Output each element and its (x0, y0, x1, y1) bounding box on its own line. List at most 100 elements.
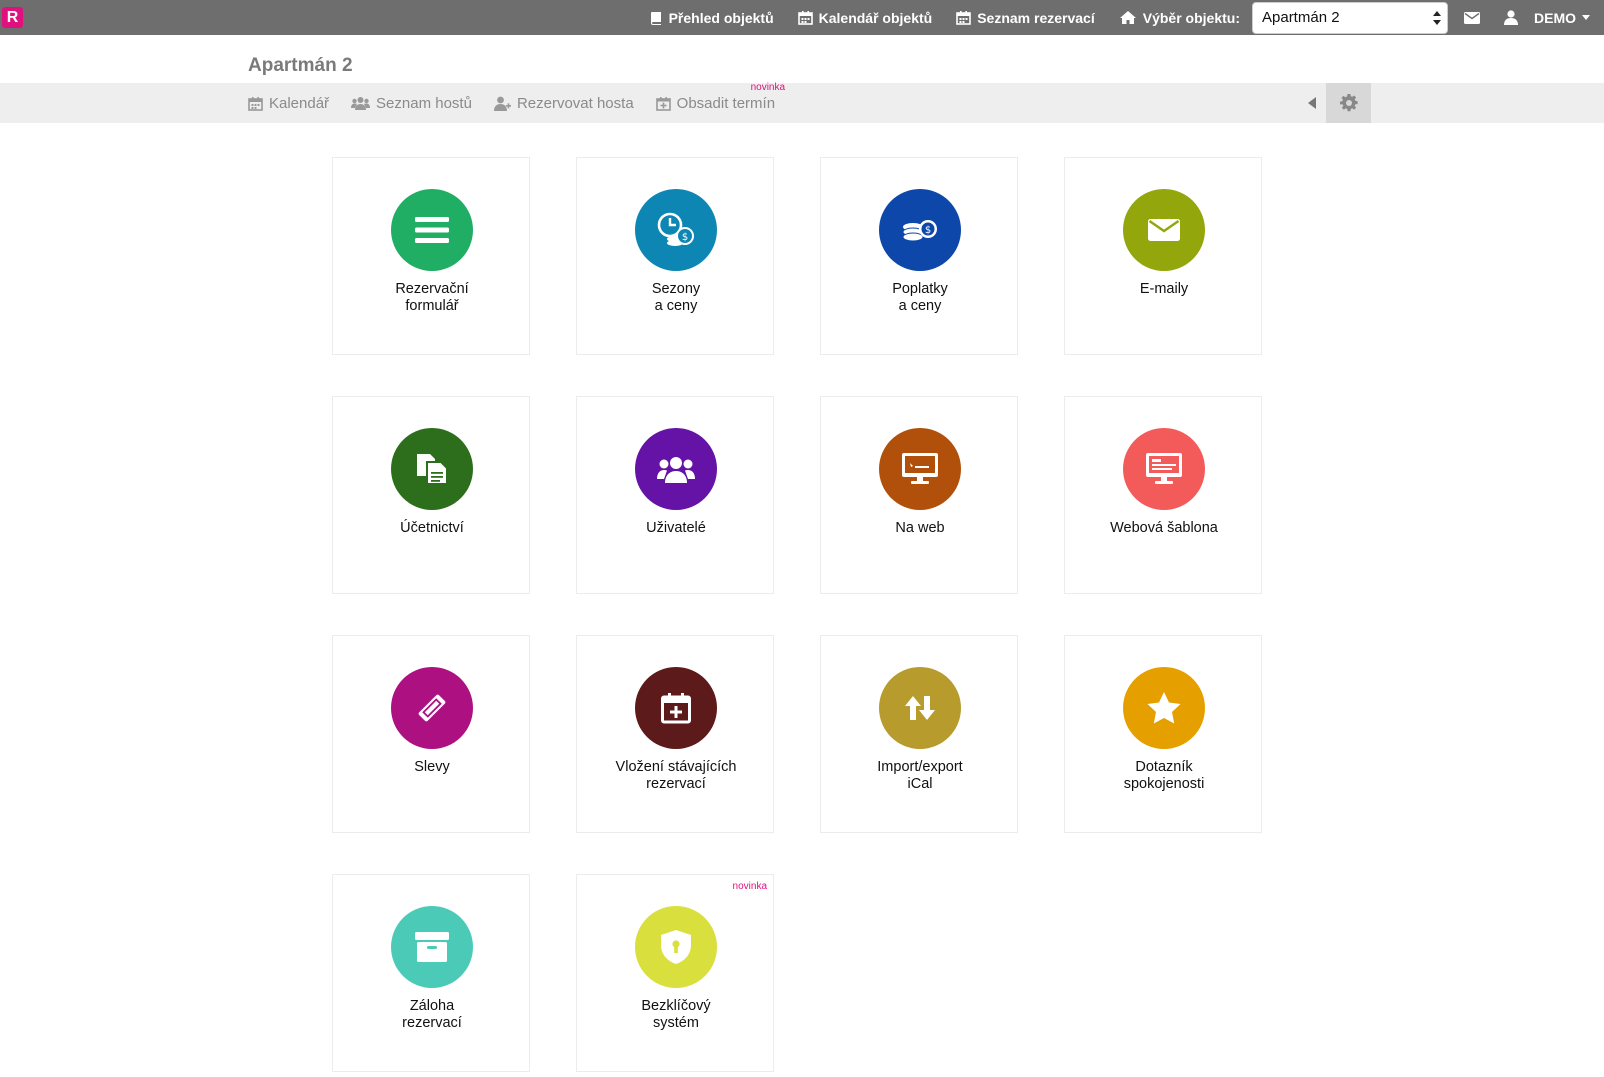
clock-coins-icon: $ (657, 212, 694, 246)
tile-icon-circle (879, 667, 961, 749)
tile-icon-circle (1123, 189, 1205, 271)
tile-keyless-system[interactable]: novinka Bezklíčový systém (576, 874, 774, 1072)
tile-icon-circle (1123, 428, 1205, 510)
nav-object-overview[interactable]: Přehled objektů (649, 10, 774, 26)
nav-reservations-list[interactable]: Seznam rezervací (956, 10, 1095, 26)
envelope-icon (1148, 219, 1180, 241)
gear-icon (1339, 94, 1358, 112)
top-bar: R Přehled objektů Kalendář objektů Sezna… (0, 0, 1604, 35)
object-select-label: Výběr objektu: (1119, 10, 1240, 26)
new-badge: novinka (750, 81, 786, 93)
tile-icon-circle (391, 189, 473, 271)
nav-object-calendar[interactable]: Kalendář objektů (797, 9, 933, 26)
tile-discounts[interactable]: Slevy (332, 635, 530, 833)
tile-label: Uživatelé (646, 520, 706, 536)
caret-left-icon (1308, 97, 1316, 109)
tile-label: Rezervační formulář (395, 281, 469, 314)
calendar-plus-icon (661, 693, 691, 724)
new-badge: novinka (732, 881, 767, 892)
tile-icon-circle (1123, 667, 1205, 749)
tile-label: Účetnictví (400, 520, 464, 536)
settings-button[interactable] (1326, 83, 1371, 123)
list-icon (415, 217, 449, 243)
subnav-guest-list[interactable]: Seznam hostů (351, 95, 472, 112)
subnav-book-guest-label: Rezervovat hosta (516, 94, 634, 112)
tile-fees-prices[interactable]: $ Poplatky a ceny (820, 157, 1018, 355)
archive-icon (415, 932, 449, 962)
svg-text:$: $ (682, 232, 688, 243)
tile-icon-circle: $ (879, 189, 961, 271)
user-add-icon (493, 96, 511, 111)
home-icon (1119, 11, 1136, 24)
object-select-value: Apartmán 2 (1262, 8, 1340, 26)
monitor-icon (902, 453, 938, 484)
top-nav: Přehled objektů Kalendář objektů Seznam … (649, 0, 1604, 35)
tile-label: Poplatky a ceny (892, 281, 948, 314)
tile-label: Slevy (414, 759, 450, 775)
subnav-fill-term-label: Obsadit termín (676, 94, 776, 112)
tile-icon-circle (391, 906, 473, 988)
object-select-label-text: Výběr objektu: (1142, 9, 1240, 26)
tile-icon-circle (635, 667, 717, 749)
app-logo[interactable]: R (2, 7, 23, 28)
tile-seasons-prices[interactable]: $ Sezony a ceny (576, 157, 774, 355)
page-title: Apartmán 2 (248, 55, 353, 76)
ticket-icon (418, 694, 446, 722)
tile-users[interactable]: Uživatelé (576, 396, 774, 594)
tile-label: Vložení stávajících rezervací (615, 759, 737, 792)
user-name: DEMO (1534, 9, 1576, 26)
tile-icon-circle (879, 428, 961, 510)
subnav-book-guest[interactable]: Rezervovat hosta (493, 94, 634, 112)
tile-on-web[interactable]: Na web (820, 396, 1018, 594)
import-export-icon (905, 696, 935, 720)
calendar-plus-icon (655, 96, 671, 111)
tile-label: Bezklíčový systém (641, 998, 711, 1031)
subnav-calendar[interactable]: Kalendář (248, 95, 329, 112)
tile-reservation-form[interactable]: Rezervační formulář (332, 157, 530, 355)
object-select[interactable]: Apartmán 2 (1252, 1, 1448, 34)
tile-satisfaction-survey[interactable]: Dotazník spokojenosti (1064, 635, 1262, 833)
chevron-down-icon (1582, 15, 1590, 20)
tile-label: Na web (895, 520, 945, 536)
user-icon (1504, 10, 1518, 25)
tile-reservation-backup[interactable]: Záloha rezervací (332, 874, 530, 1072)
template-icon (1146, 453, 1182, 484)
star-icon (1147, 692, 1181, 724)
svg-text:$: $ (925, 225, 931, 236)
tile-label: Import/export iCal (877, 759, 963, 792)
tile-label: Záloha rezervací (402, 998, 462, 1031)
subnav-guest-list-label: Seznam hostů (376, 94, 472, 112)
tile-web-template[interactable]: Webová šablona (1064, 396, 1262, 594)
subnav-calendar-label: Kalendář (269, 94, 330, 112)
users-icon (351, 97, 371, 110)
calendar-icon (956, 11, 972, 25)
tile-icon-circle (391, 428, 473, 510)
shield-lock-icon (661, 930, 691, 964)
tile-icon-circle (391, 667, 473, 749)
users-icon (657, 457, 695, 483)
tile-accounting[interactable]: Účetnictví (332, 396, 530, 594)
tile-icon-circle: $ (635, 189, 717, 271)
tile-icon-circle (635, 906, 717, 988)
calendar-icon (797, 11, 813, 25)
tile-label: E-maily (1139, 281, 1189, 297)
envelope-icon (1464, 11, 1480, 24)
book-icon (650, 11, 661, 25)
calendar-icon (248, 96, 263, 111)
tile-icon-circle (635, 428, 717, 510)
subnav-fill-term[interactable]: Obsadit termín novinka (655, 82, 785, 112)
tile-import-export-ical[interactable]: Import/export iCal (820, 635, 1018, 833)
documents-icon (417, 454, 448, 485)
tile-label: Sezony a ceny (651, 281, 701, 314)
nav-object-calendar-label: Kalendář objektů (818, 9, 933, 26)
messages-button[interactable] (1464, 11, 1480, 24)
nav-object-overview-label: Přehled objektů (668, 9, 774, 26)
sub-nav: Kalendář Seznam hostů Rezervovat hosta O… (0, 82, 1604, 123)
tile-emails[interactable]: E-maily (1064, 157, 1262, 355)
tile-label: Dotazník spokojenosti (1123, 759, 1205, 792)
nav-reservations-list-label: Seznam rezervací (977, 9, 1095, 26)
money-icon: $ (902, 220, 937, 242)
select-arrows-icon (1433, 10, 1441, 25)
tile-insert-existing-reservations[interactable]: Vložení stávajících rezervací (576, 635, 774, 833)
user-menu[interactable]: DEMO (1504, 10, 1590, 26)
